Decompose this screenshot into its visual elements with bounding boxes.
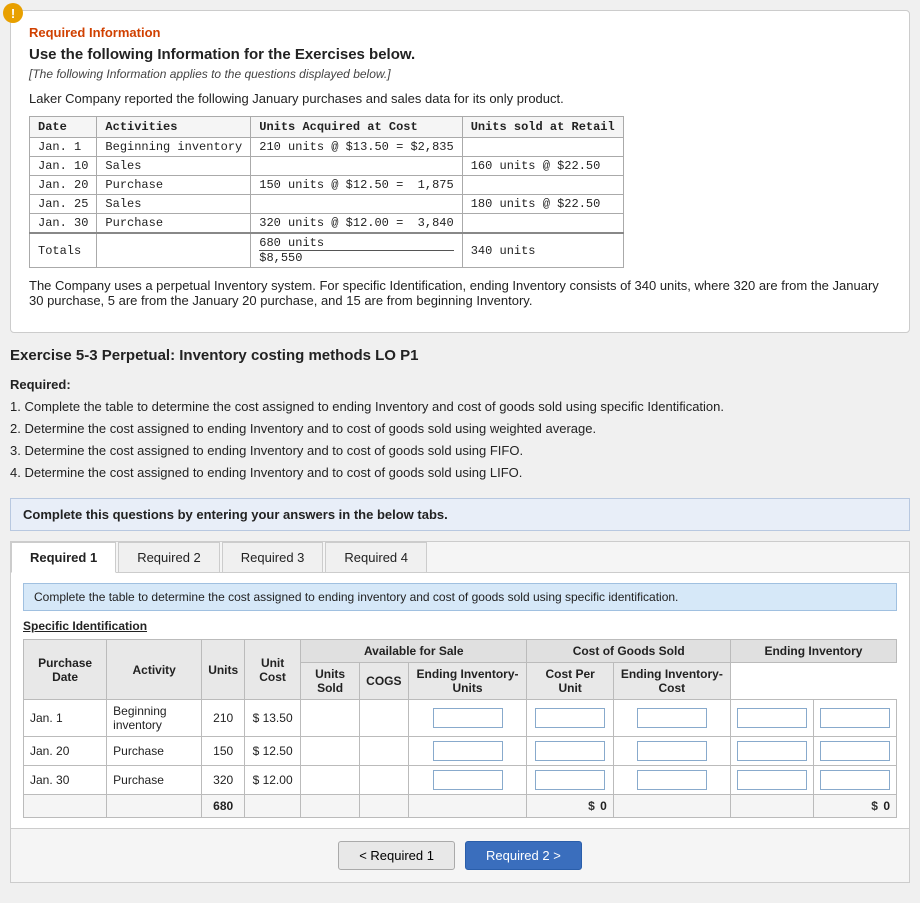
- ending-units-3[interactable]: [637, 770, 707, 790]
- table-row: Jan. 20 Purchase 150 $ 12.50: [24, 737, 897, 766]
- tab-required-2[interactable]: Required 2: [118, 542, 220, 572]
- th-units-sold: Units Sold: [301, 663, 360, 700]
- required-item-4: 4. Determine the cost assigned to ending…: [10, 465, 522, 480]
- subtitle: [The following Information applies to th…: [29, 67, 891, 81]
- cost-per-unit-3[interactable]: [737, 770, 807, 790]
- section-title: Required Information: [29, 25, 891, 40]
- units-sold-1[interactable]: [433, 708, 503, 728]
- col-activities: Activities: [97, 117, 251, 138]
- blue-info: Complete the table to determine the cost…: [23, 583, 897, 611]
- prev-button[interactable]: < Required 1: [338, 841, 455, 870]
- th-ending-units: Ending Inventory- Units: [408, 663, 527, 700]
- tab-required-4[interactable]: Required 4: [325, 542, 427, 572]
- cogs-1[interactable]: [535, 708, 605, 728]
- col-date: Date: [30, 117, 97, 138]
- th-cost-per-unit: Cost Per Unit: [527, 663, 613, 700]
- exercise-table: Purchase Date Activity Units Unit Cost A…: [23, 639, 897, 818]
- col-units-sold: Units sold at Retail: [462, 117, 623, 138]
- tabs-container: Required 1 Required 2 Required 3 Require…: [10, 541, 910, 883]
- table-row: Jan. 25 Sales 180 units @ $22.50: [30, 195, 624, 214]
- page: ! Required Information Use the following…: [0, 0, 920, 903]
- required-label: Required:: [10, 377, 71, 392]
- table-row: Jan. 10 Sales 160 units @ $22.50: [30, 157, 624, 176]
- table-row: Jan. 1 Beginning inventory 210 $ 13.50: [24, 700, 897, 737]
- bottom-navigation: < Required 1 Required 2 >: [11, 828, 909, 882]
- cost-per-unit-1[interactable]: [737, 708, 807, 728]
- required-list: Required: 1. Complete the table to deter…: [10, 374, 910, 484]
- specific-identification-label: Specific Identification: [23, 619, 897, 633]
- ending-units-2[interactable]: [637, 741, 707, 761]
- ending-cost-3[interactable]: [820, 770, 890, 790]
- th-cogs-val: COGS: [360, 663, 408, 700]
- th-cogs: Cost of Goods Sold: [527, 640, 730, 663]
- tabs-row: Required 1 Required 2 Required 3 Require…: [11, 542, 909, 573]
- table-row: Jan. 30 Purchase 320 $ 12.00: [24, 766, 897, 795]
- alert-icon: !: [3, 3, 23, 23]
- main-title: Use the following Information for the Ex…: [29, 46, 891, 63]
- th-available-for-sale: Available for Sale: [301, 640, 527, 663]
- footnote: The Company uses a perpetual Inventory s…: [29, 278, 891, 308]
- th-ending-cost: Ending Inventory- Cost: [613, 663, 730, 700]
- col-units-acquired: Units Acquired at Cost: [251, 117, 462, 138]
- totals-row: 680 $ 0 $ 0: [24, 795, 897, 818]
- tab-content: Complete the table to determine the cost…: [11, 573, 909, 828]
- table-row: Jan. 20 Purchase 150 units @ $12.50 = 1,…: [30, 176, 624, 195]
- required-item-2: 2. Determine the cost assigned to ending…: [10, 421, 596, 436]
- th-ending-inventory: Ending Inventory: [730, 640, 896, 663]
- exercise-section: Exercise 5-3 Perpetual: Inventory costin…: [10, 347, 910, 893]
- totals-row: Totals 680 units $8,550 340 units: [30, 233, 624, 268]
- th-unit-cost: Unit Cost: [245, 640, 301, 700]
- units-sold-2[interactable]: [433, 741, 503, 761]
- cogs-3[interactable]: [535, 770, 605, 790]
- ending-cost-2[interactable]: [820, 741, 890, 761]
- required-item-3: 3. Determine the cost assigned to ending…: [10, 443, 523, 458]
- description: Laker Company reported the following Jan…: [29, 91, 891, 106]
- th-purchase-date: Purchase Date: [24, 640, 107, 700]
- table-row: Jan. 30 Purchase 320 units @ $12.00 = 3,…: [30, 214, 624, 234]
- tab-required-1[interactable]: Required 1: [11, 542, 116, 573]
- exercise-title: Exercise 5-3 Perpetual: Inventory costin…: [10, 347, 910, 364]
- info-box: ! Required Information Use the following…: [10, 10, 910, 333]
- required-item-1: 1. Complete the table to determine the c…: [10, 399, 724, 414]
- next-button[interactable]: Required 2 >: [465, 841, 582, 870]
- th-units: Units: [202, 640, 245, 700]
- tab-required-3[interactable]: Required 3: [222, 542, 324, 572]
- ending-units-1[interactable]: [637, 708, 707, 728]
- instruction-bar: Complete this questions by entering your…: [10, 498, 910, 531]
- units-sold-3[interactable]: [433, 770, 503, 790]
- inventory-table: Date Activities Units Acquired at Cost U…: [29, 116, 624, 268]
- cost-per-unit-2[interactable]: [737, 741, 807, 761]
- th-activity: Activity: [107, 640, 202, 700]
- table-row: Jan. 1 Beginning inventory 210 units @ $…: [30, 138, 624, 157]
- ending-cost-1[interactable]: [820, 708, 890, 728]
- cogs-2[interactable]: [535, 741, 605, 761]
